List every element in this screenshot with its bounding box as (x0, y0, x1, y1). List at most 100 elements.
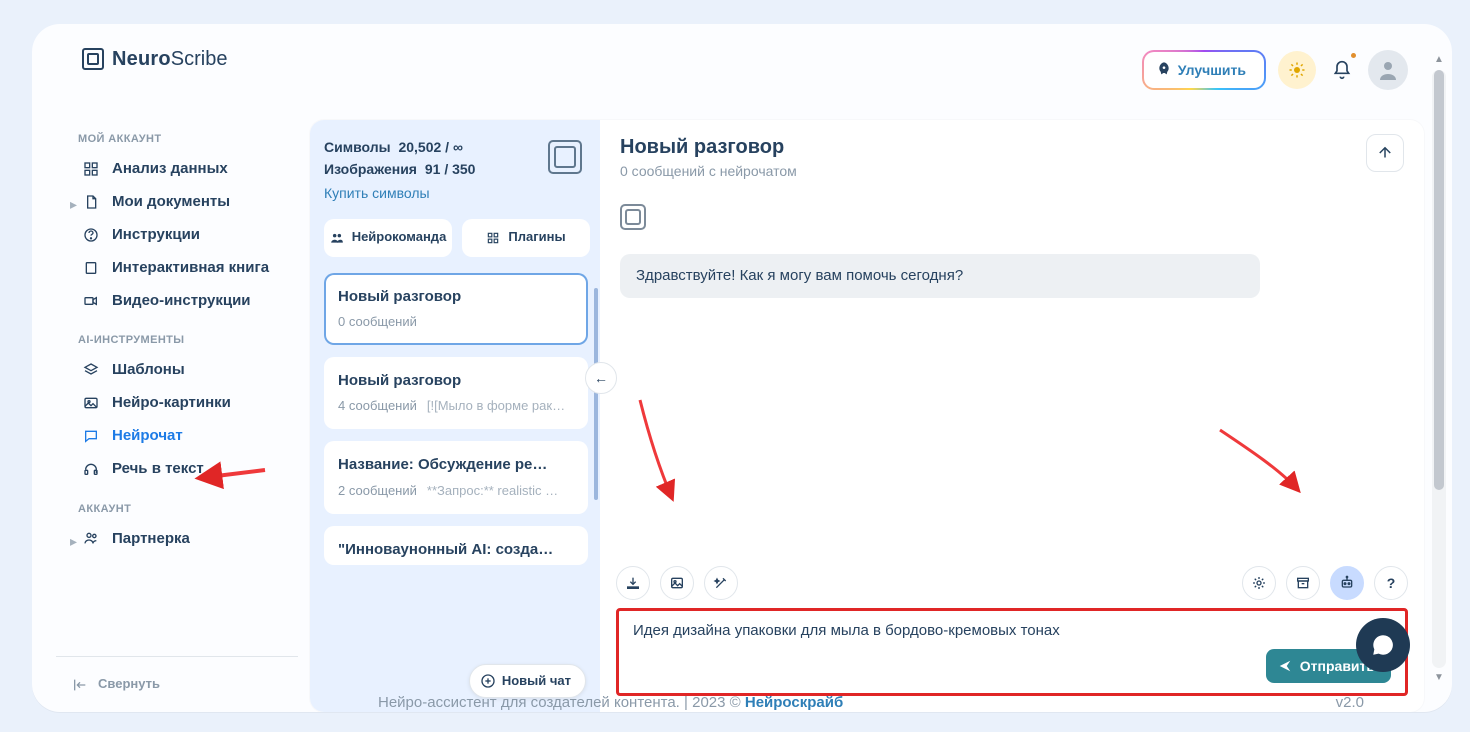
chat-subtitle: 0 сообщений с нейрочатом (620, 162, 797, 180)
bell-icon (1332, 60, 1352, 80)
conversation-item[interactable]: "Инноваунонный AI: созда… (324, 526, 588, 566)
tab-neuroteam[interactable]: Нейрокоманда (324, 219, 452, 257)
sidebar-item-speech[interactable]: Речь в текст (56, 453, 294, 486)
wand-icon (713, 575, 729, 591)
conversations-panel: Символы 20,502 / ∞ Изображения 91 / 350 … (310, 120, 600, 712)
upgrade-button-wrap: Улучшить (1142, 50, 1266, 90)
conversation-title: Новый разговор (338, 287, 574, 307)
chevron-right-icon[interactable]: ▸ (70, 195, 77, 213)
sidebar-item-label: Речь в текст (112, 459, 204, 479)
upgrade-label: Улучшить (1178, 61, 1246, 79)
image-icon (82, 395, 100, 411)
scroll-thumb[interactable] (1434, 70, 1444, 490)
download-icon (625, 575, 641, 591)
tab-plugins[interactable]: Плагины (462, 219, 590, 257)
sidebar-section-acct: АККАУНТ (78, 502, 284, 516)
question-circle-icon (82, 227, 100, 243)
help-button[interactable]: ? (1374, 566, 1408, 600)
footer-brand-link[interactable]: Нейроскрайб (745, 693, 843, 713)
sidebar-item-instructions[interactable]: Инструкции (56, 218, 294, 251)
upgrade-button[interactable]: Улучшить (1144, 52, 1264, 88)
team-icon (330, 231, 344, 245)
sidebar-collapse-label: Свернуть (98, 676, 160, 693)
footer-tagline: Нейро-ассистент для создателей контента. (378, 693, 680, 713)
layers-icon (82, 362, 100, 378)
tab-label: Плагины (508, 229, 565, 246)
window-scrollbar[interactable]: ▲ ▼ (1432, 70, 1446, 668)
conversation-item[interactable]: Название: Обсуждение ре… 2 сообщений**За… (324, 441, 588, 513)
robot-mode-button[interactable] (1330, 566, 1364, 600)
theme-toggle-button[interactable] (1278, 51, 1316, 89)
sidebar-item-partner[interactable]: Партнерка (56, 522, 294, 555)
sidebar-item-label: Анализ данных (112, 159, 228, 179)
sidebar-section-tools: AI-ИНСТРУМЕНТЫ (78, 333, 284, 347)
chat-header: Новый разговор 0 сообщений с нейрочатом (600, 120, 1424, 190)
conversation-title: Название: Обсуждение ре… (338, 455, 574, 475)
composer-input[interactable]: Идея дизайна упаковки для мыла в бордово… (633, 621, 1391, 645)
scroll-down-icon[interactable]: ▼ (1432, 671, 1446, 685)
avatar[interactable] (1368, 50, 1408, 90)
chat-title: Новый разговор (620, 134, 797, 160)
share-icon (1376, 144, 1394, 162)
conversation-preview: [![Мыло в форме рак… (427, 398, 574, 415)
composer-box: Идея дизайна упаковки для мыла в бордово… (616, 608, 1408, 696)
attach-image-button[interactable] (660, 566, 694, 600)
scroll-up-icon[interactable]: ▲ (1432, 53, 1446, 67)
sidebar-item-images[interactable]: Нейро-картинки (56, 387, 294, 420)
panel-collapse-button[interactable]: ← (585, 362, 617, 394)
archive-button[interactable] (1286, 566, 1320, 600)
image-icon (669, 575, 685, 591)
sidebar-item-label: Видео-инструкции (112, 291, 251, 311)
sidebar-item-video[interactable]: Видео-инструкции (56, 284, 294, 317)
quota-block: Символы 20,502 / ∞ Изображения 91 / 350 … (324, 138, 590, 203)
conversation-count: 4 сообщений (338, 398, 417, 415)
sidebar-item-label: Инструкции (112, 225, 200, 245)
question-icon: ? (1387, 574, 1396, 592)
list-scrollbar[interactable] (594, 288, 598, 500)
plugins-icon (486, 231, 500, 245)
user-icon (1376, 58, 1400, 82)
images-label: Изображения (324, 161, 417, 177)
sidebar-item-documents[interactable]: Мои документы (56, 185, 294, 218)
grid-icon (82, 161, 100, 177)
sidebar-item-label: Партнерка (112, 529, 190, 549)
sidebar-item-templates[interactable]: Шаблоны (56, 354, 294, 387)
gear-icon (1251, 575, 1267, 591)
share-button[interactable] (1366, 134, 1404, 172)
settings-button[interactable] (1242, 566, 1276, 600)
buy-symbols-link[interactable]: Купить символы (324, 184, 540, 202)
conversation-title: "Инноваунонный AI: созда… (338, 540, 574, 560)
conversation-item[interactable]: Новый разговор 4 сообщений [![Мыло в форм… (324, 357, 588, 429)
notifications-button[interactable] (1328, 56, 1356, 84)
magic-button[interactable] (704, 566, 738, 600)
headphones-icon (82, 461, 100, 477)
document-icon (82, 194, 100, 210)
sidebar-item-book[interactable]: Интерактивная книга (56, 251, 294, 284)
sidebar-item-neurochat[interactable]: Нейрочат (56, 420, 294, 453)
sidebar-item-analytics[interactable]: Анализ данных (56, 152, 294, 185)
sidebar-item-label: Интерактивная книга (112, 258, 269, 278)
chat-icon (82, 428, 100, 444)
help-floating-button[interactable] (1356, 618, 1410, 672)
conversation-item[interactable]: Новый разговор 0 сообщений (324, 273, 588, 345)
symbols-label: Символы (324, 139, 391, 155)
sun-icon (1288, 61, 1306, 79)
archive-icon (1295, 575, 1311, 591)
conversation-title: Новый разговор (338, 371, 574, 391)
tab-label: Нейрокоманда (352, 229, 447, 246)
chat-bubble-icon (1370, 632, 1396, 658)
composer-toolbar: ? (616, 566, 1408, 600)
sidebar-item-label: Нейрочат (112, 426, 183, 446)
sidebar-collapse-button[interactable]: Свернуть (56, 656, 298, 712)
images-value: 91 / 350 (425, 161, 476, 177)
bot-message: Здравствуйте! Как я могу вам помочь сего… (620, 254, 1260, 298)
chat-panel: ← Новый разговор 0 сообщений с нейрочато… (600, 120, 1424, 712)
sidebar-item-label: Нейро-картинки (112, 393, 231, 413)
conversation-list: Новый разговор 0 сообщений Новый разгово… (324, 273, 590, 696)
conversation-count: 0 сообщений (338, 314, 417, 331)
download-button[interactable] (616, 566, 650, 600)
logo[interactable]: NeuroScribe (82, 46, 228, 72)
chevron-right-icon[interactable]: ▸ (70, 532, 77, 550)
robot-icon (1339, 575, 1355, 591)
footer-copyright: | 2023 © (684, 693, 741, 713)
